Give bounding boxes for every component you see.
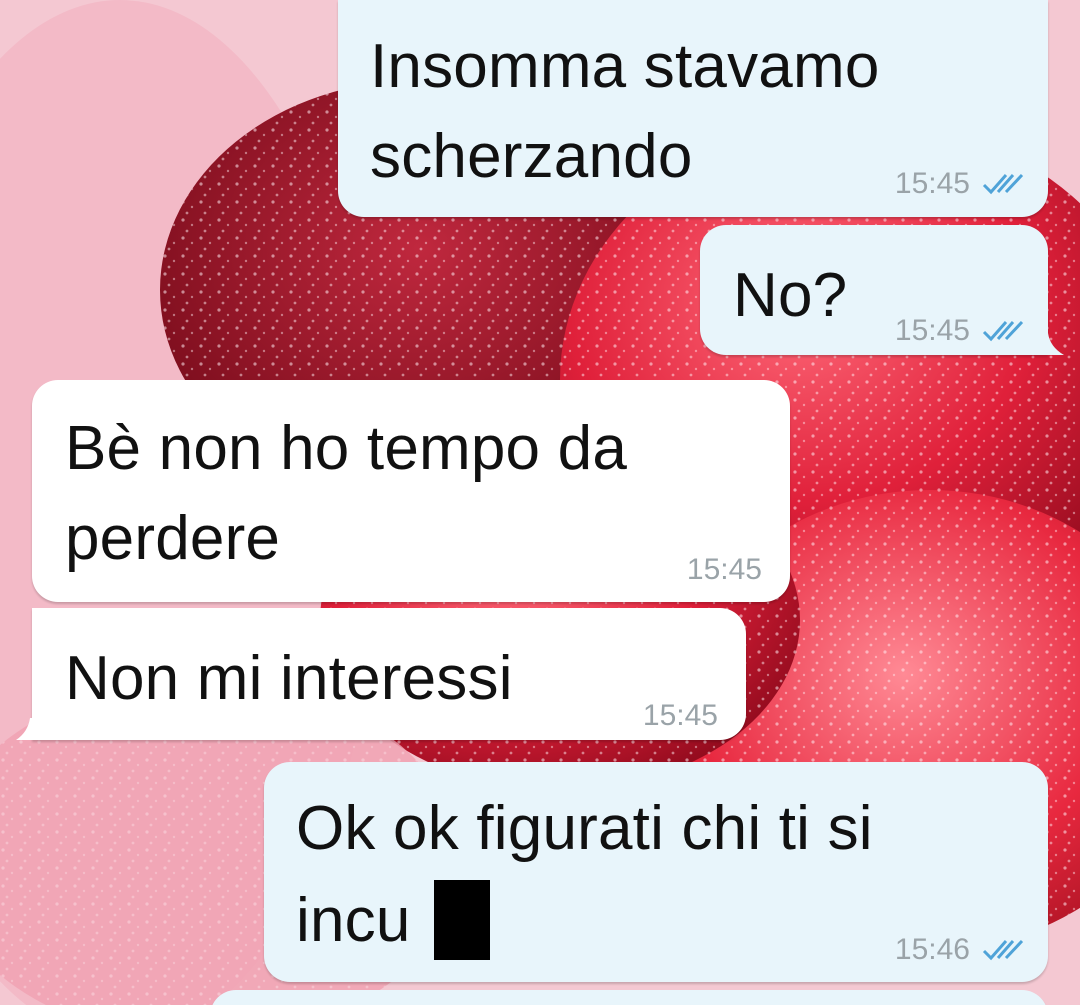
message-text-line: Non mi interessi [65, 644, 513, 713]
outgoing-message-bubble-partial[interactable] [210, 990, 1048, 1005]
message-text-line: perdere [65, 504, 281, 573]
message-time: 15:45 [894, 314, 970, 347]
message-text-line: No? [733, 261, 848, 330]
incoming-message-bubble[interactable]: Non mi interessi 15:45 [32, 608, 746, 740]
message-meta: 15:46 [895, 930, 1026, 970]
message-meta: 15:45 [895, 164, 1026, 204]
message-text-line: Bè non ho tempo da [65, 414, 628, 483]
message-text-line: Insomma stavamo [370, 32, 880, 101]
incoming-message-bubble[interactable]: Bè non ho tempo da perdere 15:45 [32, 380, 790, 602]
message-text-line: Ok ok figurati chi ti si [296, 794, 873, 863]
message-time: 15:45 [894, 167, 970, 200]
redaction-block [434, 880, 490, 960]
outgoing-message-bubble[interactable]: Ok ok figurati chi ti si incu 15:46 [264, 762, 1048, 982]
double-check-read-icon [982, 318, 1026, 344]
outgoing-message-bubble[interactable]: Insomma stavamo scherzando 15:45 [338, 0, 1048, 217]
message-meta: 15:45 [895, 311, 1026, 351]
bubble-tail [16, 718, 34, 740]
double-check-read-icon [982, 937, 1026, 963]
bubble-tail [1040, 333, 1064, 355]
double-check-read-icon [982, 171, 1026, 197]
message-meta: 15:45 [687, 550, 762, 590]
message-time: 15:46 [894, 933, 970, 966]
message-text-line: scherzando [370, 122, 693, 191]
message-time: 15:45 [686, 553, 762, 586]
outgoing-message-bubble[interactable]: No? 15:45 [700, 225, 1048, 355]
message-time: 15:45 [642, 699, 718, 732]
message-meta: 15:45 [643, 696, 718, 736]
message-text-line: incu [296, 886, 411, 955]
